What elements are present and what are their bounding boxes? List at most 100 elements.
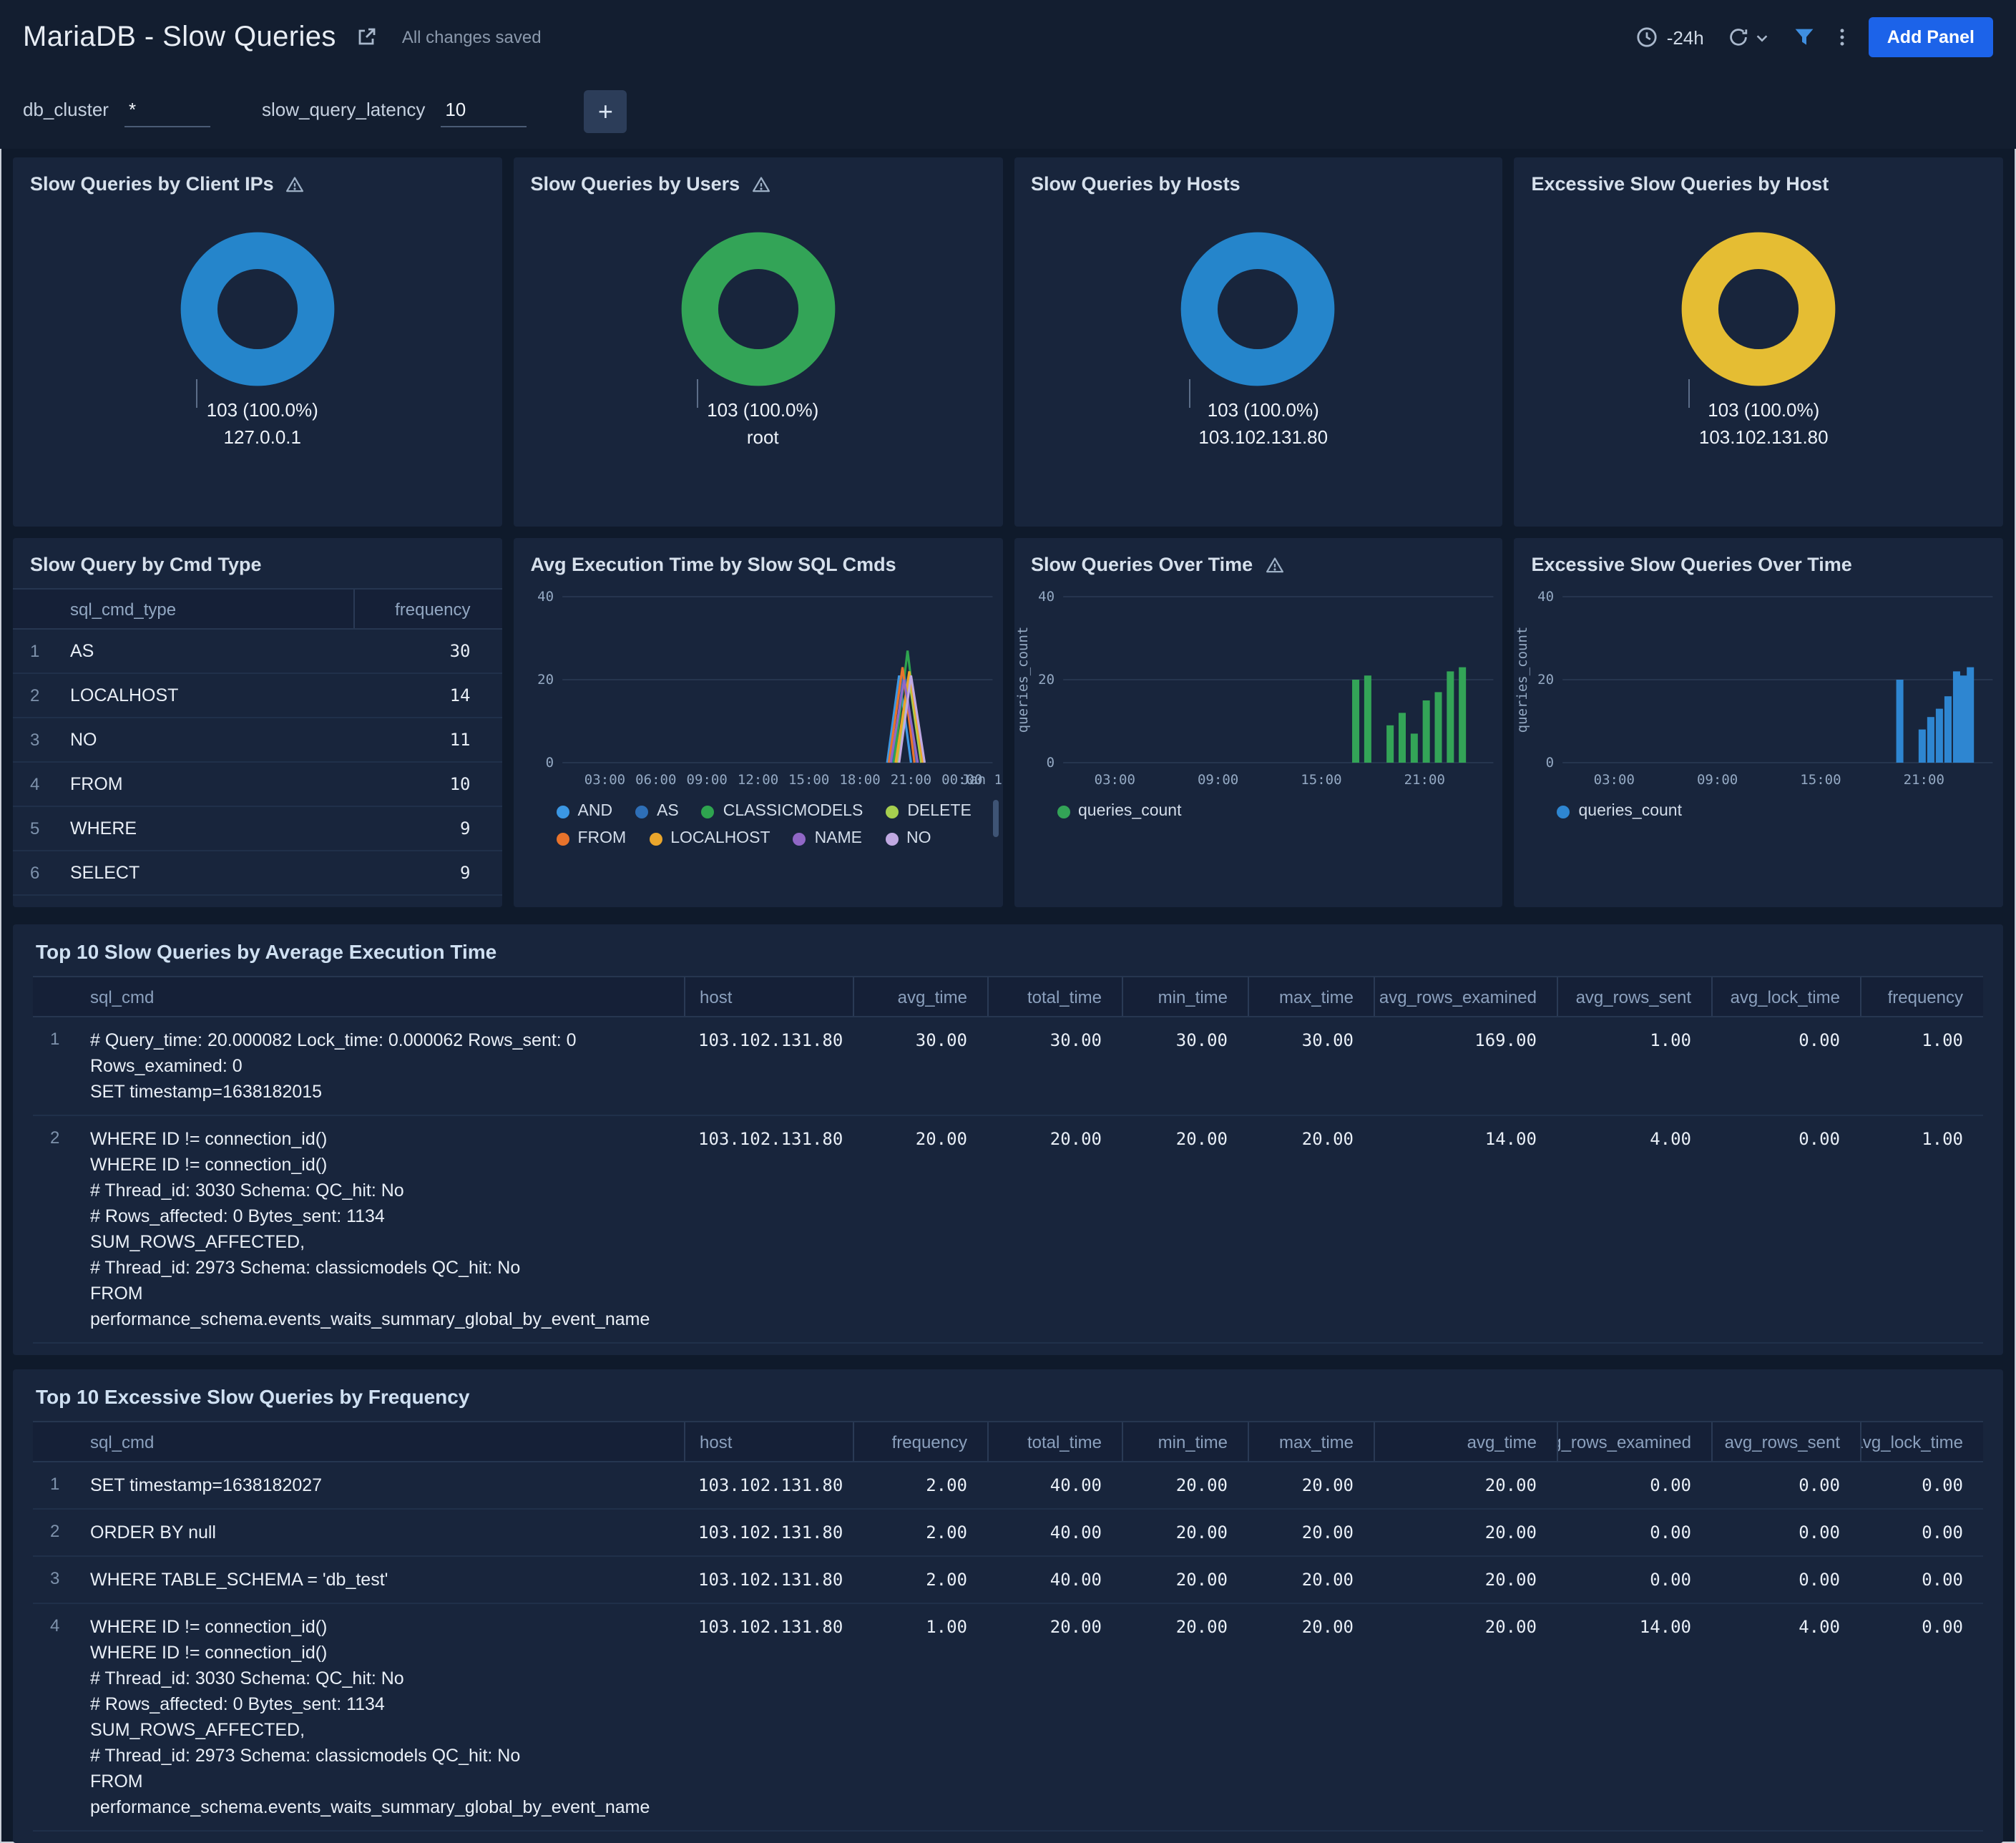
legend-item[interactable]: queries_count — [1057, 803, 1182, 820]
column-header[interactable]: avg_rows_examined — [1374, 977, 1557, 1016]
table-row[interactable]: 7SET9 — [13, 896, 502, 907]
table-row[interactable]: 1 AS 30 — [13, 630, 502, 674]
column-header[interactable]: min_time — [1122, 1422, 1248, 1461]
svg-text:15:00: 15:00 — [1300, 772, 1341, 788]
column-header[interactable]: avg_time — [1374, 1422, 1557, 1461]
legend-item[interactable]: AND — [556, 803, 612, 820]
donut-panel: Slow Queries by Users 103 (100.0%) root — [513, 157, 1002, 527]
filter-value-input[interactable]: * — [124, 96, 210, 127]
table-row[interactable]: 4 WHERE ID != connection_id() WHERE ID != … — [33, 1604, 1983, 1832]
donut-label: 103 (100.0%) 103.102.131.80 — [1188, 379, 1328, 451]
legend-item[interactable]: FROM — [556, 830, 626, 847]
table-row[interactable]: 1 SET timestamp=1638182027 103.102.131.80 2… — [33, 1462, 1983, 1510]
table-row[interactable]: 3 NO 11 — [13, 718, 502, 763]
column-header[interactable]: sql_cmd — [76, 1422, 684, 1461]
add-panel-button[interactable]: Add Panel — [1868, 17, 1993, 57]
column-header[interactable]: max_time — [1248, 1422, 1374, 1461]
table-row[interactable]: 2 WHERE ID != connection_id() WHERE ID != … — [33, 1116, 1983, 1344]
cmd-type-cell: NO — [70, 730, 97, 750]
bar-chart[interactable]: 0 20 40 03:00 09:00 15:00 21:00 queries_count — [1515, 582, 2004, 797]
warning-icon[interactable] — [285, 175, 305, 195]
column-header[interactable]: host — [684, 1422, 853, 1461]
value-cell: 0.00 — [1922, 1475, 1963, 1495]
value-cell: 0.00 — [1799, 1570, 1840, 1590]
column-header[interactable]: sql_cmd — [76, 977, 684, 1016]
legend-item[interactable]: CLASSICMODELS — [701, 803, 863, 820]
filter-value-input[interactable]: 10 — [441, 96, 527, 127]
column-header[interactable]: host — [684, 977, 853, 1016]
column-header[interactable]: frequency — [1860, 977, 1983, 1016]
chart-legend: AND AS CLASSICMODELS DELETE FROM LOCALHOST NAM… — [514, 797, 1003, 847]
table-row[interactable]: 5 WHERE 9 — [13, 807, 502, 851]
slice-category-label: 103.102.131.80 — [1198, 426, 1328, 448]
donut-chart[interactable] — [1677, 228, 1840, 391]
svg-text:0: 0 — [545, 755, 553, 771]
filter-db-cluster: db_cluster * — [23, 96, 210, 127]
column-header[interactable]: total_time — [987, 1422, 1122, 1461]
column-header[interactable]: min_time — [1122, 977, 1248, 1016]
frequency-cell: 30 — [449, 641, 471, 661]
column-header[interactable]: avg_rows_examined — [1557, 1422, 1711, 1461]
filter-slow-query-latency: slow_query_latency 10 — [262, 96, 527, 127]
sql-cmd-line: WHERE TABLE_SCHEMA = 'db_test' — [90, 1570, 388, 1590]
column-header[interactable]: frequency — [853, 1422, 987, 1461]
warning-icon[interactable] — [1264, 555, 1284, 575]
table-row[interactable]: 2 ORDER BY null 103.102.131.80 2.00 40.00 20.… — [33, 1510, 1983, 1557]
table-row[interactable]: 3 WHERE TABLE_SCHEMA = 'db_test' 103.102.1… — [33, 1557, 1983, 1604]
legend-item[interactable]: DELETE — [886, 803, 972, 820]
donut-chart[interactable] — [176, 228, 339, 391]
svg-text:09:00: 09:00 — [1197, 772, 1238, 788]
share-icon[interactable] — [355, 26, 378, 49]
column-header[interactable]: max_time — [1248, 977, 1374, 1016]
table-row[interactable]: 2 LOCALHOST 14 — [13, 674, 502, 718]
time-range-button[interactable]: -24h — [1635, 26, 1704, 49]
panel-title: Slow Queries Over Time — [1031, 554, 1253, 575]
line-chart[interactable]: 0 20 40 03:00 06:00 09:00 12:00 15:00 18:00 21:00… — [514, 582, 1003, 797]
cmd-type-cell: WHERE — [70, 818, 137, 839]
legend-item[interactable]: NAME — [793, 830, 862, 847]
row-number-header — [33, 977, 76, 1016]
column-header[interactable]: avg_rows_sent — [1557, 977, 1711, 1016]
table-row[interactable]: 6 SELECT 9 — [13, 851, 502, 896]
legend-item[interactable]: LOCALHOST — [649, 830, 770, 847]
value-cell: 20.00 — [1484, 1570, 1537, 1590]
donut-chart[interactable] — [1177, 228, 1340, 391]
svg-text:40: 40 — [1037, 589, 1054, 605]
donut-body: 103 (100.0%) 103.102.131.80 — [1515, 202, 2004, 527]
value-cell: 40.00 — [1049, 1570, 1102, 1590]
more-menu-icon[interactable] — [1839, 26, 1846, 49]
column-header[interactable]: avg_lock_time — [1711, 977, 1860, 1016]
slice-category-label: 127.0.0.1 — [223, 426, 301, 448]
legend-scrollbar[interactable] — [992, 800, 998, 837]
add-filter-button[interactable]: + — [584, 90, 627, 133]
legend-item[interactable]: NO — [885, 830, 931, 847]
value-cell: 1.00 — [926, 1617, 967, 1637]
slice-value-label: 103 (100.0%) — [707, 399, 819, 421]
host-cell: 103.102.131.80 — [698, 1570, 843, 1590]
column-header[interactable]: avg_lock_time — [1860, 1422, 1983, 1461]
label-connector-line — [697, 379, 699, 408]
bar-chart[interactable]: 0 20 40 03:00 09:00 15:00 21:00 queries_count — [1014, 582, 1503, 797]
donut-chart[interactable] — [676, 228, 839, 391]
refresh-button[interactable] — [1727, 26, 1770, 49]
table-row[interactable]: 4 FROM 10 — [13, 763, 502, 807]
svg-text:20: 20 — [537, 672, 554, 688]
sql-cmd-line: WHERE ID != connection_id() — [90, 1617, 328, 1637]
column-header[interactable]: avg_rows_sent — [1711, 1422, 1860, 1461]
clock-icon — [1635, 26, 1658, 49]
sql-cmd-line: # Thread_id: 2973 Schema: classicmodels … — [90, 1258, 521, 1278]
chart-panel: Avg Execution Time by Slow SQL Cmds 0 20 40… — [513, 538, 1003, 907]
legend-item[interactable]: AS — [635, 803, 679, 820]
filter-icon[interactable] — [1793, 26, 1816, 49]
sql-cmd-line: SET timestamp=1638182027 — [90, 1475, 323, 1495]
warning-icon[interactable] — [751, 175, 771, 195]
table-row[interactable]: 5COUNT_READ, SUM_TIMER_READ, SUM_NUMBER_… — [33, 1832, 1983, 1843]
legend-item[interactable]: queries_count — [1557, 803, 1682, 820]
svg-text:18:00: 18:00 — [839, 772, 880, 788]
column-header[interactable]: avg_time — [853, 977, 987, 1016]
table-row[interactable]: 1 # Query_time: 20.000082 Lock_time: 0.00… — [33, 1017, 1983, 1116]
column-header[interactable]: sql_cmd_type — [62, 590, 353, 628]
value-cell: 20.00 — [1175, 1475, 1228, 1495]
column-header[interactable]: total_time — [987, 977, 1122, 1016]
column-header[interactable]: frequency — [353, 590, 502, 628]
